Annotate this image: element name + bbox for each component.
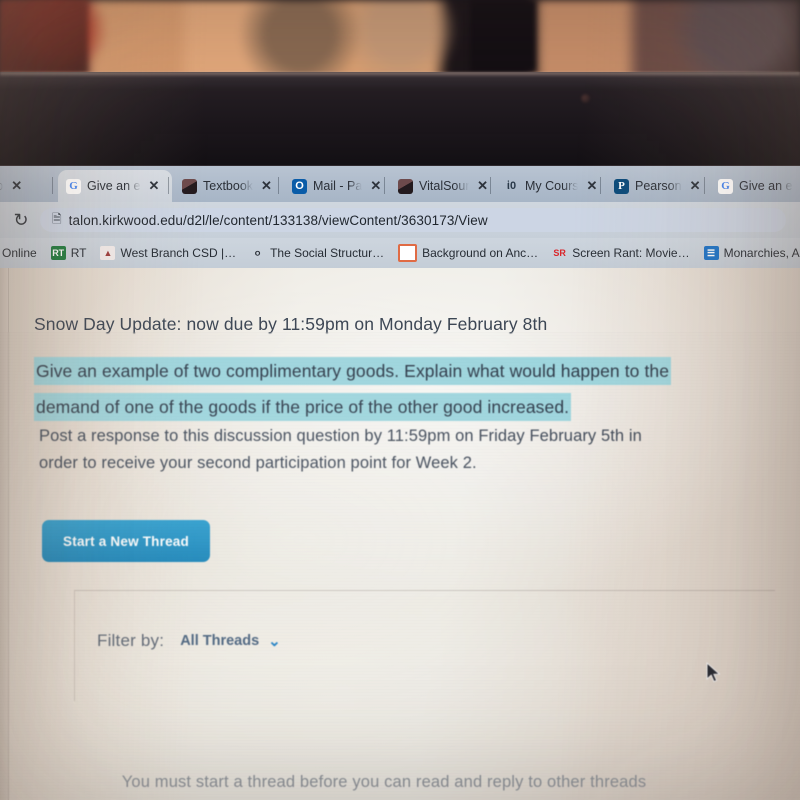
- start-a-new-thread-button[interactable]: Start a New Thread: [42, 520, 210, 562]
- tab-separator: [168, 177, 169, 194]
- page-viewport: Snow Day Update: now due by 11:59pm on M…: [0, 268, 800, 800]
- bookmark-label: The Social Structur…: [270, 246, 385, 260]
- tab-separator: [278, 177, 279, 194]
- close-icon[interactable]: ✕: [690, 178, 701, 194]
- browser-tab-4[interactable]: VitalSour ✕: [390, 170, 494, 202]
- close-icon[interactable]: ✕: [370, 178, 381, 194]
- tab-separator: [600, 177, 601, 194]
- bookmark-item-1[interactable]: RT RT: [50, 246, 87, 260]
- browser-tab-0[interactable]: ussio ✕: [0, 170, 58, 202]
- browser-tab-label: VitalSour: [419, 179, 470, 193]
- browser-tab-5[interactable]: ἱ0 My Cours ✕: [496, 170, 604, 202]
- tab-separator: [384, 177, 385, 194]
- laptop-bezel: [0, 72, 800, 168]
- browser-tab-3[interactable]: O Mail - Pa ✕: [284, 170, 388, 202]
- browser-tab-label: Give an e: [87, 179, 141, 193]
- browser-tab-2[interactable]: Textbook ✕: [174, 170, 282, 202]
- browser-tab-label: My Cours: [525, 179, 579, 193]
- browser-tab-label: Mail - Pa: [313, 179, 363, 193]
- bezel-highlight: [0, 72, 800, 77]
- tab-separator: [52, 177, 53, 194]
- browser-tab-label: Textbook: [203, 179, 254, 193]
- close-icon[interactable]: ✕: [586, 178, 597, 194]
- bookmark-label: Online: [2, 246, 37, 260]
- bookmark-item-0[interactable]: Online: [2, 246, 37, 260]
- screenshot-root: ussio✕GGive an e✕Textbook✕OMail - Pa✕Vit…: [0, 0, 800, 800]
- thread-filter-panel: Filter by: All Threads ⌄: [74, 590, 775, 701]
- address-bar-url: talon.kirkwood.edu/d2l/le/content/133138…: [68, 212, 488, 228]
- browser-tab-label: ussio: [0, 179, 3, 193]
- browser-tab-1[interactable]: G Give an e ✕: [58, 170, 172, 202]
- browser-window: ussio✕GGive an e✕Textbook✕OMail - Pa✕Vit…: [0, 166, 800, 800]
- browser-tab-label: Pearson: [635, 179, 682, 193]
- site-info-icon[interactable]: 🗎: [52, 210, 62, 231]
- bookmark-label: RT: [70, 246, 87, 260]
- west-branch-icon: ▲: [100, 246, 116, 260]
- filter-by-label: Filter by:: [97, 631, 165, 650]
- pearson-icon: P: [614, 178, 629, 194]
- social-structure-icon: ૦: [254, 247, 261, 258]
- bookmark-item-4[interactable]: Background on Anc…: [398, 244, 538, 262]
- filter-row: Filter by: All Threads ⌄: [97, 631, 281, 651]
- bookmark-item-6[interactable]: ☰ Monarchies, Aristo: [703, 246, 800, 260]
- background-anc-icon: [398, 244, 418, 262]
- room-background: [0, 0, 800, 80]
- monarchies-icon: ☰: [703, 246, 719, 260]
- doorway-shadow: [470, 0, 536, 72]
- bookmark-item-5[interactable]: SR Screen Rant: Movie…: [552, 246, 689, 260]
- browser-tab-7[interactable]: GGive an e✕: [710, 170, 800, 202]
- tab-strip: ussio✕GGive an e✕Textbook✕OMail - Pa✕Vit…: [0, 166, 800, 202]
- question-line-2: demand of one of the goods if the price …: [34, 392, 572, 421]
- rt-icon: RT: [50, 246, 66, 260]
- bookmark-item-2[interactable]: ▲ West Branch CSD |…: [100, 246, 236, 260]
- browser-tab-6[interactable]: P Pearson ✕: [606, 170, 708, 202]
- dark-site-icon: [398, 178, 413, 194]
- bookmark-item-3[interactable]: ૦ The Social Structur…: [250, 246, 384, 260]
- reload-icon[interactable]: ↻: [10, 209, 32, 231]
- google-icon: G: [66, 178, 81, 194]
- question-line-1: Give an example of two complimentary goo…: [34, 357, 672, 385]
- bookmark-label: Screen Rant: Movie…: [572, 246, 690, 260]
- bookmarks-bar: Online RT RT ▲ West Branch CSD |… ૦ The Social…: [0, 238, 800, 268]
- webcam-icon: [581, 94, 590, 103]
- browser-tab-label: Give an e: [739, 179, 793, 193]
- screen-rant-icon: SR: [553, 248, 566, 258]
- close-icon[interactable]: ✕: [477, 178, 488, 194]
- empty-threads-message: You must start a thread before you can r…: [121, 773, 647, 791]
- google-icon: G: [718, 178, 733, 194]
- mouse-cursor-icon: [706, 662, 721, 683]
- close-icon[interactable]: ✕: [149, 178, 160, 194]
- address-bar[interactable]: 🗎 talon.kirkwood.edu/d2l/le/content/1331…: [40, 208, 786, 232]
- posting-instructions: Post a response to this discussion quest…: [39, 427, 642, 472]
- page-left-rule: [8, 268, 9, 800]
- bookmark-label: Background on Anc…: [422, 246, 539, 260]
- bookmark-label: Monarchies, Aristo: [723, 246, 800, 260]
- thread-filter-value: All Threads: [180, 633, 260, 649]
- chevron-down-icon: ⌄: [268, 633, 281, 650]
- thread-filter-dropdown[interactable]: All Threads ⌄: [180, 632, 281, 650]
- snow-day-notice: Snow Day Update: now due by 11:59pm on M…: [34, 314, 548, 334]
- wall-picture-frame: [0, 0, 88, 74]
- close-icon[interactable]: ✕: [261, 178, 272, 194]
- dark-site-icon: [182, 178, 197, 194]
- omnibox-row: ↻ 🗎 talon.kirkwood.edu/d2l/le/content/13…: [0, 202, 800, 238]
- tab-separator: [490, 177, 491, 194]
- globe-icon: ἱ0: [506, 180, 517, 192]
- tab-separator: [704, 177, 705, 194]
- bookmark-label: West Branch CSD |…: [120, 246, 237, 260]
- outlook-icon: O: [292, 178, 307, 194]
- discussion-question: Give an example of two complimentary goo…: [34, 354, 694, 426]
- close-icon[interactable]: ✕: [11, 178, 22, 194]
